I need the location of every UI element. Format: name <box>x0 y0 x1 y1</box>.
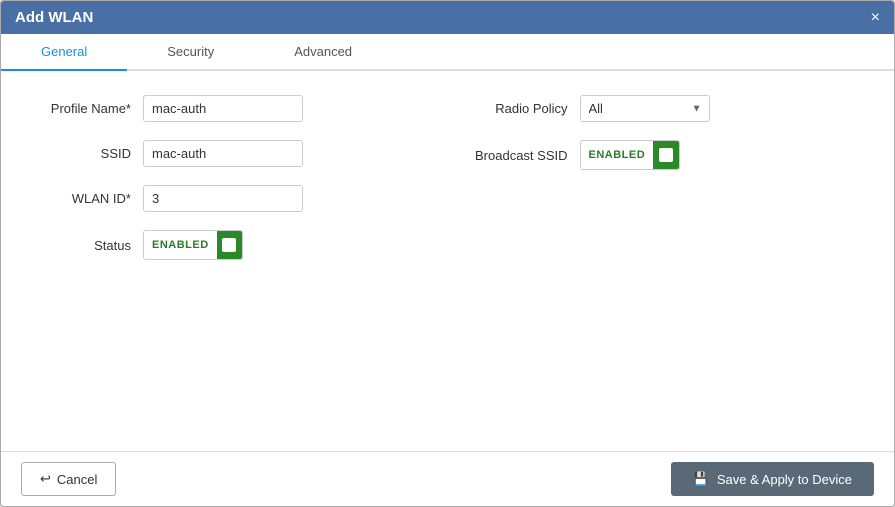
modal-footer: ↩ Cancel 💾 Save & Apply to Device <box>1 451 894 506</box>
status-row: Status ENABLED <box>31 230 428 260</box>
profile-name-row: Profile Name* <box>31 95 428 122</box>
broadcast-ssid-toggle[interactable]: ENABLED <box>580 140 680 170</box>
broadcast-ssid-label: Broadcast SSID <box>468 148 568 163</box>
cancel-label: Cancel <box>57 472 97 487</box>
modal-header: Add WLAN × <box>1 1 894 34</box>
modal-body: Profile Name* SSID WLAN ID* Status <box>1 71 894 451</box>
tab-advanced[interactable]: Advanced <box>254 34 392 71</box>
undo-icon: ↩ <box>40 471 51 487</box>
modal-title: Add WLAN <box>15 9 93 26</box>
radio-policy-label: Radio Policy <box>468 101 568 116</box>
form-grid: Profile Name* SSID WLAN ID* Status <box>31 95 864 260</box>
radio-policy-select[interactable]: All 2.4 GHz 5 GHz <box>580 95 710 122</box>
form-right-column: Radio Policy All 2.4 GHz 5 GHz Broadcast… <box>468 95 865 260</box>
add-wlan-modal: Add WLAN × General Security Advanced Pro… <box>0 0 895 507</box>
broadcast-ssid-row: Broadcast SSID ENABLED <box>468 140 865 170</box>
radio-policy-row: Radio Policy All 2.4 GHz 5 GHz <box>468 95 865 122</box>
tab-security[interactable]: Security <box>127 34 254 71</box>
form-left-column: Profile Name* SSID WLAN ID* Status <box>31 95 428 260</box>
profile-name-label: Profile Name* <box>31 101 131 116</box>
status-toggle-label: ENABLED <box>144 234 217 256</box>
ssid-row: SSID <box>31 140 428 167</box>
profile-name-input[interactable] <box>143 95 303 122</box>
ssid-label: SSID <box>31 146 131 161</box>
wlan-id-row: WLAN ID* <box>31 185 428 212</box>
tab-general[interactable]: General <box>1 34 127 71</box>
status-toggle[interactable]: ENABLED <box>143 230 243 260</box>
cancel-button[interactable]: ↩ Cancel <box>21 462 116 496</box>
save-apply-button[interactable]: 💾 Save & Apply to Device <box>671 462 874 496</box>
wlan-id-label: WLAN ID* <box>31 191 131 206</box>
ssid-input[interactable] <box>143 140 303 167</box>
radio-policy-select-wrapper: All 2.4 GHz 5 GHz <box>580 95 710 122</box>
broadcast-ssid-toggle-button[interactable] <box>653 141 678 169</box>
broadcast-ssid-toggle-label: ENABLED <box>581 144 654 166</box>
tab-bar: General Security Advanced <box>1 34 894 71</box>
status-label: Status <box>31 238 131 253</box>
status-toggle-button[interactable] <box>217 231 242 259</box>
wlan-id-input[interactable] <box>143 185 303 212</box>
save-icon: 💾 <box>693 471 709 487</box>
close-button[interactable]: × <box>871 10 880 26</box>
save-label: Save & Apply to Device <box>717 472 852 487</box>
